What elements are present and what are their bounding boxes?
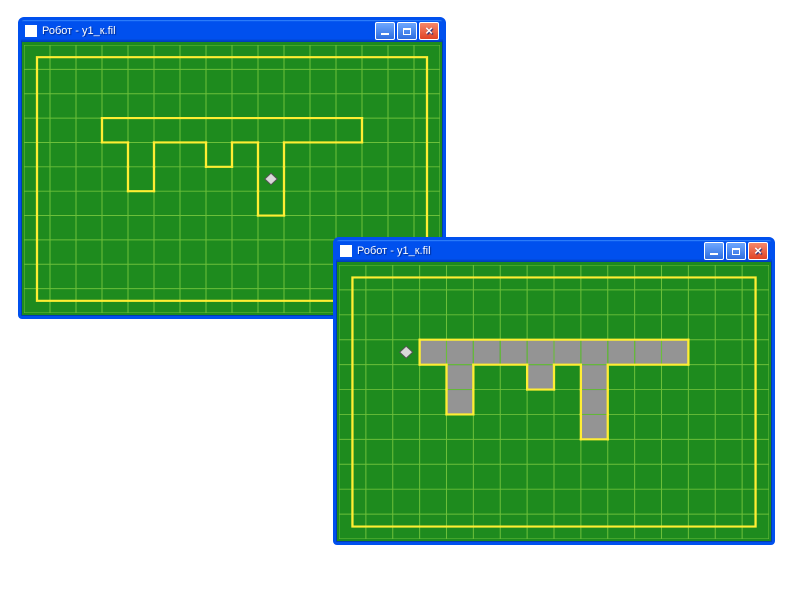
window-title: Робот - y1_к.fil (42, 25, 375, 37)
close-icon: × (425, 25, 433, 37)
close-button[interactable]: × (748, 242, 768, 260)
painted-cell (447, 340, 473, 364)
robot-window: Робот - y1_к.fil × (333, 237, 775, 545)
painted-cell (581, 365, 607, 389)
close-icon: × (754, 245, 762, 257)
app-icon (25, 25, 37, 37)
minimize-button[interactable] (375, 22, 395, 40)
painted-cell (581, 415, 607, 439)
maximize-icon (732, 248, 740, 255)
painted-cell (528, 340, 554, 364)
maximize-button[interactable] (726, 242, 746, 260)
minimize-button[interactable] (704, 242, 724, 260)
window-buttons: × (375, 22, 439, 40)
painted-cell (662, 340, 688, 364)
painted-cell (474, 340, 500, 364)
close-button[interactable]: × (419, 22, 439, 40)
window-buttons: × (704, 242, 768, 260)
maximize-button[interactable] (397, 22, 417, 40)
window-title: Робот - y1_к.fil (357, 245, 704, 257)
painted-cell (635, 340, 661, 364)
field-canvas[interactable] (339, 265, 769, 539)
minimize-icon (710, 253, 718, 255)
painted-cell (581, 390, 607, 414)
maximize-icon (403, 28, 411, 35)
painted-cell (447, 365, 473, 389)
minimize-icon (381, 33, 389, 35)
painted-cell (581, 340, 607, 364)
painted-cell (447, 390, 473, 414)
painted-cell (501, 340, 527, 364)
titlebar[interactable]: Робот - y1_к.fil × (336, 240, 772, 262)
painted-cell (420, 340, 446, 364)
painted-cell (555, 340, 581, 364)
painted-cell (528, 365, 554, 389)
titlebar[interactable]: Робот - y1_к.fil × (21, 20, 443, 42)
painted-cell (608, 340, 634, 364)
app-icon (340, 245, 352, 257)
